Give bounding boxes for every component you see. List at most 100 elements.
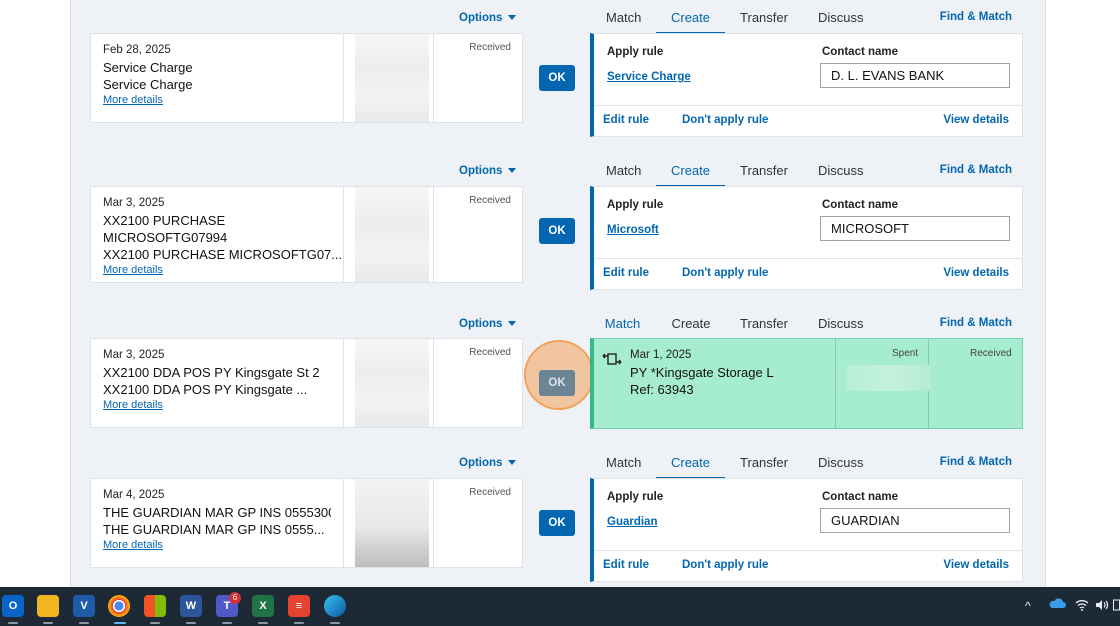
more-details-link[interactable]: More details (103, 93, 331, 107)
tab-match[interactable]: Match (606, 453, 641, 479)
todoist-icon[interactable]: ≡ (288, 595, 310, 617)
view-details-link[interactable]: View details (943, 267, 1009, 279)
onedrive-icon[interactable] (1048, 597, 1066, 612)
edit-rule-link[interactable]: Edit rule (603, 114, 649, 126)
caret-down-icon (508, 168, 517, 174)
contact-name-label: Contact name (822, 199, 899, 211)
ok-button[interactable]: OK (539, 370, 575, 396)
caret-down-icon (508, 321, 517, 327)
edit-rule-link[interactable]: Edit rule (603, 559, 649, 571)
dont-apply-rule-link[interactable]: Don't apply rule (682, 267, 768, 279)
file-explorer-icon[interactable] (37, 595, 59, 617)
options-menu[interactable]: Options (459, 457, 517, 469)
create-panel: Apply rule Service Charge Contact name E… (590, 33, 1023, 137)
create-panel-fields: Apply rule Service Charge Contact name (594, 34, 1022, 106)
find-match-link[interactable]: Find & Match (940, 456, 1012, 468)
statement-details: Mar 4, 2025 THE GUARDIAN MAR GP INS 0555… (91, 479, 344, 567)
tab-create[interactable]: Create (656, 8, 725, 34)
chrome-icon[interactable] (108, 595, 130, 617)
action-tabs: Match Create Transfer Discuss Find & Mat… (590, 314, 1022, 340)
statement-line-card: Feb 28, 2025 Service Charge Service Char… (90, 33, 523, 123)
word-icon[interactable]: W (180, 595, 202, 617)
tab-transfer[interactable]: Transfer (740, 453, 788, 479)
apply-rule-label: Apply rule (607, 46, 664, 58)
tab-discuss[interactable]: Discuss (818, 314, 864, 340)
microsoft-store-icon[interactable] (144, 595, 166, 617)
tab-transfer[interactable]: Transfer (740, 314, 788, 340)
dont-apply-rule-link[interactable]: Don't apply rule (682, 559, 768, 571)
rule-name-link[interactable]: Microsoft (607, 224, 659, 236)
options-menu[interactable]: Options (459, 318, 517, 330)
app-running-indicator (222, 622, 232, 624)
received-column-label: Received (433, 479, 523, 567)
statement-line-card: Mar 3, 2025 XX2100 DDA POS PY Kingsgate … (90, 338, 523, 428)
statement-description: XX2100 PURCHASE MICROSOFTG07... (103, 247, 343, 262)
ok-button[interactable]: OK (539, 218, 575, 244)
options-menu[interactable]: Options (459, 165, 517, 177)
options-menu[interactable]: Options (459, 12, 517, 24)
outlook-icon[interactable]: O (2, 595, 24, 617)
statement-date: Feb 28, 2025 (103, 44, 171, 56)
battery-icon[interactable] (1113, 599, 1120, 614)
find-match-link[interactable]: Find & Match (940, 164, 1012, 176)
contact-name-input[interactable] (820, 508, 1010, 533)
find-match-link[interactable]: Find & Match (940, 317, 1012, 329)
action-tabs: Match Create Transfer Discuss Find & Mat… (590, 8, 1022, 34)
tab-discuss[interactable]: Discuss (818, 453, 864, 479)
ok-button[interactable]: OK (539, 65, 575, 91)
tab-transfer[interactable]: Transfer (740, 161, 788, 187)
find-match-link[interactable]: Find & Match (940, 11, 1012, 23)
create-panel-fields: Apply rule Guardian Contact name (594, 479, 1022, 551)
app-running-indicator (114, 622, 126, 624)
tab-create[interactable]: Create (656, 453, 725, 479)
statement-description: XX2100 PURCHASE (103, 213, 226, 228)
tab-transfer[interactable]: Transfer (740, 8, 788, 34)
contact-name-input[interactable] (820, 216, 1010, 241)
rule-name-link[interactable]: Guardian (607, 516, 657, 528)
action-tabs: Match Create Transfer Discuss Find & Mat… (590, 453, 1022, 479)
tab-match[interactable]: Match (590, 314, 655, 340)
tab-match[interactable]: Match (606, 8, 641, 34)
apply-rule-label: Apply rule (607, 491, 664, 503)
excel-icon[interactable]: X (252, 595, 274, 617)
spent-column-label: Spent (892, 348, 919, 359)
create-panel-actions: Edit rule Don't apply rule View details (594, 106, 1022, 134)
more-details-link[interactable]: More details (103, 263, 331, 277)
wifi-icon[interactable] (1075, 599, 1089, 614)
statement-description: Service Charge (103, 77, 193, 92)
chevron-up-icon[interactable]: ^ (1025, 599, 1031, 613)
statement-date: Mar 3, 2025 (103, 197, 165, 209)
tab-create[interactable]: Create (671, 314, 711, 340)
statement-date: Mar 4, 2025 (103, 489, 165, 501)
redacted-amount (355, 34, 429, 122)
statement-description: Service Charge (103, 60, 193, 75)
column-divider (835, 339, 836, 428)
action-tabs: Match Create Transfer Discuss Find & Mat… (590, 161, 1022, 187)
rule-name-link[interactable]: Service Charge (607, 71, 691, 83)
view-details-link[interactable]: View details (943, 114, 1009, 126)
tab-create[interactable]: Create (656, 161, 725, 187)
contact-name-input[interactable] (820, 63, 1010, 88)
tab-discuss[interactable]: Discuss (818, 8, 864, 34)
ok-button[interactable]: OK (539, 510, 575, 536)
tab-discuss[interactable]: Discuss (818, 161, 864, 187)
edge-icon[interactable] (324, 595, 346, 617)
statement-line-card: Mar 3, 2025 XX2100 PURCHASE MICROSOFTG07… (90, 186, 523, 283)
tab-match[interactable]: Match (606, 161, 641, 187)
edit-rule-link[interactable]: Edit rule (603, 267, 649, 279)
app-running-indicator (79, 622, 89, 624)
received-column-label: Received (970, 348, 1012, 359)
vpn-icon[interactable]: V (73, 595, 95, 617)
more-details-link[interactable]: More details (103, 538, 331, 552)
volume-icon[interactable] (1095, 599, 1109, 614)
redacted-amount (847, 365, 931, 391)
statement-description: MICROSOFTG07994 (103, 230, 228, 245)
match-suggestion[interactable]: Mar 1, 2025 PY *Kingsgate Storage L Ref:… (590, 338, 1023, 429)
statement-line-card: Mar 4, 2025 THE GUARDIAN MAR GP INS 0555… (90, 478, 523, 568)
app-running-indicator (186, 622, 196, 624)
more-details-link[interactable]: More details (103, 398, 331, 412)
caret-down-icon (508, 460, 517, 466)
app-running-indicator (150, 622, 160, 624)
dont-apply-rule-link[interactable]: Don't apply rule (682, 114, 768, 126)
view-details-link[interactable]: View details (943, 559, 1009, 571)
